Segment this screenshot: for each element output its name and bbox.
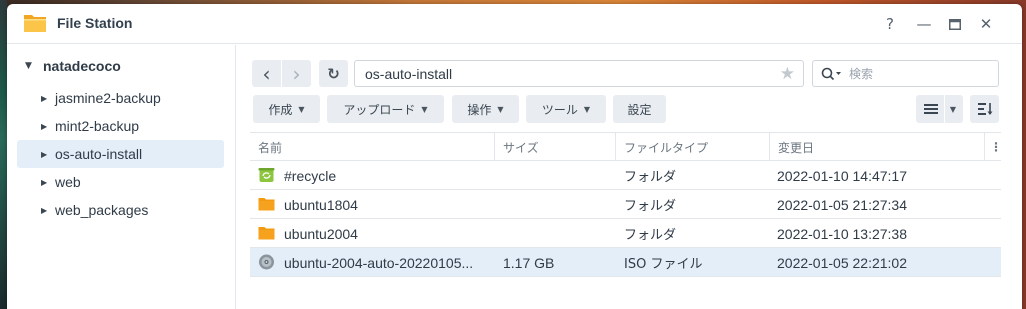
caret-right-icon[interactable]: ▶ xyxy=(41,206,55,215)
refresh-button[interactable]: ↻ xyxy=(319,60,348,87)
title-bar: File Station ? — ✕ xyxy=(7,4,1022,44)
maximize-icon xyxy=(949,18,961,30)
file-modified: 2022-01-10 14:47:17 xyxy=(777,167,907,184)
search-icon[interactable] xyxy=(821,67,843,81)
file-size: 1.17 GB xyxy=(503,254,555,271)
path-field[interactable]: os-auto-install ★ xyxy=(354,60,804,87)
close-button[interactable]: ✕ xyxy=(975,13,997,35)
settings-button[interactable]: 設定 xyxy=(613,95,666,123)
upload-label: アップロード xyxy=(343,102,416,117)
minimize-button[interactable]: — xyxy=(913,13,935,35)
view-mode-button[interactable]: ▼ xyxy=(916,95,963,123)
tree-item-label: web_packages xyxy=(55,202,149,218)
help-button[interactable]: ? xyxy=(879,13,901,35)
tree-item-os-auto-install[interactable]: ▶ os-auto-install xyxy=(17,140,224,168)
window-title: File Station xyxy=(57,15,133,31)
maximize-button[interactable] xyxy=(944,13,966,35)
sort-button[interactable] xyxy=(970,95,999,123)
chevron-right-icon: › xyxy=(292,61,301,86)
tree-item-web[interactable]: ▶ web xyxy=(17,168,224,196)
search-placeholder: 検索 xyxy=(849,67,874,81)
upload-button[interactable]: アップロード ▼ xyxy=(327,95,444,123)
settings-label: 設定 xyxy=(627,102,652,117)
folder-icon xyxy=(258,198,275,211)
recycle-folder-icon xyxy=(258,168,275,182)
file-station-window: File Station ? — ✕ ▼ natadecoco ▶ jasmin… xyxy=(7,4,1022,309)
sort-icon xyxy=(977,103,992,115)
dropdown-arrow-icon: ▼ xyxy=(421,104,428,114)
divider xyxy=(943,95,945,123)
refresh-icon: ↻ xyxy=(327,64,340,83)
create-label: 作成 xyxy=(268,102,293,117)
tree-item-jasmine2-backup[interactable]: ▶ jasmine2-backup xyxy=(17,84,224,112)
create-button[interactable]: 作成 ▼ xyxy=(253,95,320,123)
folder-icon xyxy=(258,227,275,240)
tree-root-label: natadecoco xyxy=(43,58,121,74)
file-modified: 2022-01-10 13:27:38 xyxy=(777,225,907,242)
column-header-modified[interactable]: 変更日 xyxy=(770,133,985,161)
caret-right-icon[interactable]: ▶ xyxy=(41,178,55,187)
file-station-app-icon xyxy=(24,15,46,32)
column-menu-icon[interactable]: ⋮ xyxy=(985,133,1002,161)
column-header-name[interactable]: 名前 xyxy=(250,133,495,161)
tools-button[interactable]: ツール ▼ xyxy=(526,95,606,123)
file-name: ubuntu1804 xyxy=(284,196,358,213)
dropdown-arrow-icon: ▼ xyxy=(583,104,591,114)
path-text: os-auto-install xyxy=(365,65,453,82)
column-header-size[interactable]: サイズ xyxy=(495,133,616,161)
action-button[interactable]: 操作 ▼ xyxy=(452,95,519,123)
search-input[interactable]: 検索 xyxy=(812,60,999,87)
file-type: フォルダ xyxy=(624,228,677,243)
table-row[interactable]: #recycle フォルダ 2022-01-10 14:47:17 xyxy=(250,161,1001,190)
tree-item-web-packages[interactable]: ▶ web_packages xyxy=(17,196,224,224)
tree-item-label: web xyxy=(55,174,81,190)
column-header-type[interactable]: ファイルタイプ xyxy=(616,133,770,161)
chevron-left-icon: ‹ xyxy=(262,61,271,86)
tree-item-label: os-auto-install xyxy=(55,146,143,162)
file-modified: 2022-01-05 21:27:34 xyxy=(777,196,907,213)
caret-down-icon[interactable]: ▼ xyxy=(25,61,35,71)
back-button[interactable]: ‹ xyxy=(252,60,281,87)
dropdown-arrow-icon: ▼ xyxy=(497,104,504,114)
file-type: ISO ファイル xyxy=(624,257,703,272)
disc-image-icon xyxy=(259,254,274,270)
table-row[interactable]: ubuntu1804 フォルダ 2022-01-05 21:27:34 xyxy=(250,190,1001,219)
file-name: #recycle xyxy=(284,167,337,184)
dropdown-arrow-icon: ▼ xyxy=(949,104,957,114)
main-pane: ‹ › ↻ os-auto-install ★ 検索 作成 ▼ アップロード ▼ xyxy=(237,45,1022,309)
forward-button[interactable]: › xyxy=(282,60,311,87)
list-view-icon xyxy=(923,104,938,114)
desktop-background xyxy=(0,0,7,309)
table-row[interactable]: ubuntu-2004-auto-20220105... 1.17 GB ISO… xyxy=(250,248,1001,277)
file-type: フォルダ xyxy=(624,170,677,185)
file-name: ubuntu-2004-auto-20220105... xyxy=(284,254,474,271)
file-modified: 2022-01-05 22:21:02 xyxy=(777,254,907,271)
tree-root-natadecoco[interactable]: ▼ natadecoco xyxy=(25,58,121,74)
tree-item-label: jasmine2-backup xyxy=(55,90,161,106)
folder-tree-sidebar: ▼ natadecoco ▶ jasmine2-backup ▶ mint2-b… xyxy=(7,45,236,309)
file-table: 名前 サイズ ファイルタイプ 変更日 ⋮ #recycle フォルダ 2022-… xyxy=(250,132,1002,277)
caret-right-icon[interactable]: ▶ xyxy=(41,122,55,131)
table-header: 名前 サイズ ファイルタイプ 変更日 ⋮ xyxy=(250,132,1002,161)
tree-item-label: mint2-backup xyxy=(55,118,140,134)
file-name: ubuntu2004 xyxy=(284,225,358,242)
action-label: 操作 xyxy=(467,102,492,117)
caret-right-icon[interactable]: ▶ xyxy=(41,94,55,103)
dropdown-arrow-icon: ▼ xyxy=(298,104,305,114)
tree-item-mint2-backup[interactable]: ▶ mint2-backup xyxy=(17,112,224,140)
caret-right-icon[interactable]: ▶ xyxy=(41,150,55,159)
star-icon[interactable]: ★ xyxy=(780,64,795,84)
tools-label: ツール xyxy=(541,102,578,117)
file-type: フォルダ xyxy=(624,199,677,214)
table-row[interactable]: ubuntu2004 フォルダ 2022-01-10 13:27:38 xyxy=(250,219,1001,248)
